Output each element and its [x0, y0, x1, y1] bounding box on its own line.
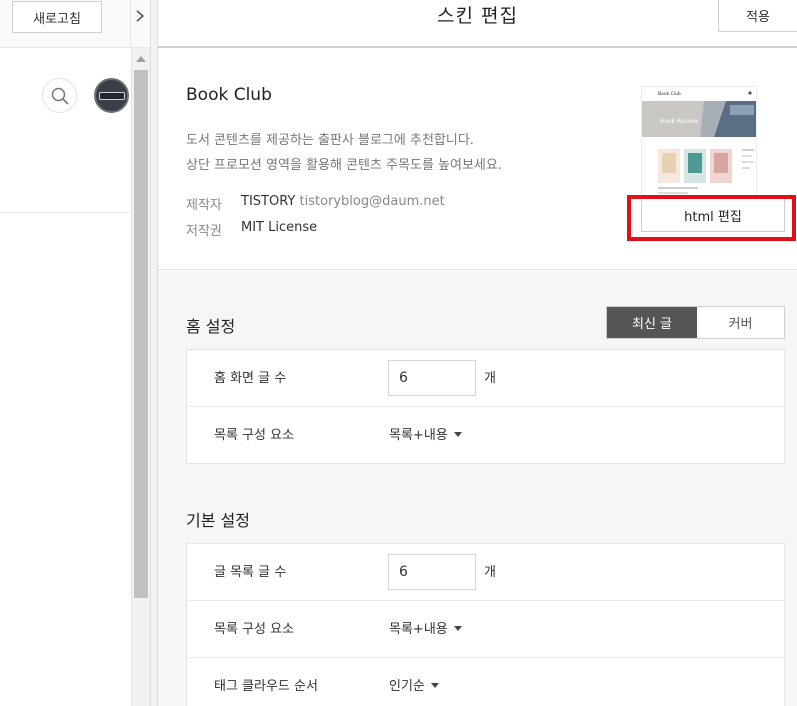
settings-row: 목록 구성 요소 목록+내용 — [187, 407, 784, 464]
caret-down-icon — [453, 626, 462, 631]
preview-divider — [0, 212, 131, 213]
scroll-thumb[interactable] — [134, 70, 148, 598]
settings-row: 홈 화면 글 수 6 개 — [187, 350, 784, 407]
skin-edit-pane: 스킨 편집 적용 Book Club 도서 콘텐츠를 제공하는 출판사 블로그에… — [158, 0, 797, 706]
tab-cover[interactable]: 커버 — [697, 307, 784, 338]
tag-cloud-order-dropdown[interactable]: 인기순 — [389, 658, 439, 706]
home-type-toggle: 최신 글 커버 — [606, 306, 785, 339]
preview-pane: 새로고침 — [0, 0, 150, 706]
caret-down-icon — [453, 432, 462, 437]
scroll-up-arrow-icon[interactable] — [136, 56, 146, 62]
settings-row: 목록 구성 요소 목록+내용 — [187, 601, 784, 658]
maker-value: TISTORY tistoryblog@daum.net — [241, 194, 445, 209]
skin-info-panel: Book Club 도서 콘텐츠를 제공하는 출판사 블로그에 추천합니다. 상… — [158, 50, 797, 270]
list-post-count-label: 글 목록 글 수 — [214, 565, 287, 580]
unit-label: 개 — [484, 371, 496, 386]
refresh-button[interactable]: 새로고침 — [12, 1, 102, 33]
tag-cloud-order-label: 태그 클라우드 순서 — [214, 679, 318, 694]
dropdown-value: 인기순 — [389, 679, 425, 694]
basic-settings-title: 기본 설정 — [186, 511, 250, 530]
list-post-count-input[interactable]: 6 — [388, 554, 476, 590]
maker-label: 제작자 — [186, 198, 222, 213]
tab-latest-posts[interactable]: 최신 글 — [607, 307, 697, 338]
unit-label: 개 — [484, 565, 496, 580]
skin-thumbnail: Book Club Book Review — [641, 86, 757, 198]
home-post-count-input[interactable]: 6 — [388, 360, 476, 396]
page-title: 스킨 편집 — [437, 5, 518, 27]
maker-name: TISTORY — [241, 194, 296, 209]
settings-row: 글 목록 글 수 6 개 — [187, 544, 784, 601]
list-elements-dropdown[interactable]: 목록+내용 — [389, 601, 462, 658]
maker-email: tistoryblog@daum.net — [299, 194, 445, 209]
avatar[interactable] — [94, 78, 129, 113]
highlight-box — [627, 195, 796, 241]
home-settings-title: 홈 설정 — [186, 317, 236, 336]
basic-settings-card: 글 목록 글 수 6 개 목록 구성 요소 목록+내용 태그 클라우드 순서 인… — [186, 543, 785, 706]
caret-down-icon — [430, 683, 439, 688]
dropdown-value: 목록+내용 — [389, 428, 448, 443]
apply-button[interactable]: 적용 — [718, 0, 797, 32]
home-settings-card: 홈 화면 글 수 6 개 목록 구성 요소 목록+내용 — [186, 349, 785, 464]
settings-row: 태그 클라우드 순서 인기순 — [187, 658, 784, 706]
search-icon[interactable] — [42, 78, 77, 113]
chevron-right-icon[interactable] — [130, 0, 150, 32]
skin-editor-window: 새로고침 스킨 편집 적용 Book Club 도서 콘텐츠를 제공하는 출판사… — [0, 0, 797, 706]
thumbnail-banner-text: Book Review — [660, 118, 698, 125]
preview-scrollbar[interactable] — [131, 48, 150, 706]
list-elements-dropdown[interactable]: 목록+내용 — [389, 407, 462, 464]
dropdown-value: 목록+내용 — [389, 622, 448, 637]
skin-description-line: 도서 콘텐츠를 제공하는 출판사 블로그에 추천합니다. — [186, 133, 474, 148]
avatar-image — [98, 91, 125, 100]
home-post-count-label: 홈 화면 글 수 — [214, 371, 287, 386]
list-elements-label: 목록 구성 요소 — [214, 622, 295, 637]
license-value: MIT License — [241, 220, 318, 235]
license-label: 저작권 — [186, 224, 222, 239]
thumbnail-title: Book Club — [658, 91, 681, 97]
skin-description-line: 상단 프로모션 영역을 활용해 콘텐츠 주목도를 높여보세요. — [186, 158, 502, 173]
edit-header: 스킨 편집 적용 — [158, 0, 797, 48]
skin-name: Book Club — [186, 85, 272, 105]
settings-area: 홈 설정 최신 글 커버 홈 화면 글 수 6 개 목록 구성 요소 목록+내용… — [158, 271, 797, 706]
list-elements-label: 목록 구성 요소 — [214, 428, 295, 443]
preview-toolbar: 새로고침 — [0, 0, 150, 48]
pane-resize-handle[interactable] — [150, 0, 158, 706]
